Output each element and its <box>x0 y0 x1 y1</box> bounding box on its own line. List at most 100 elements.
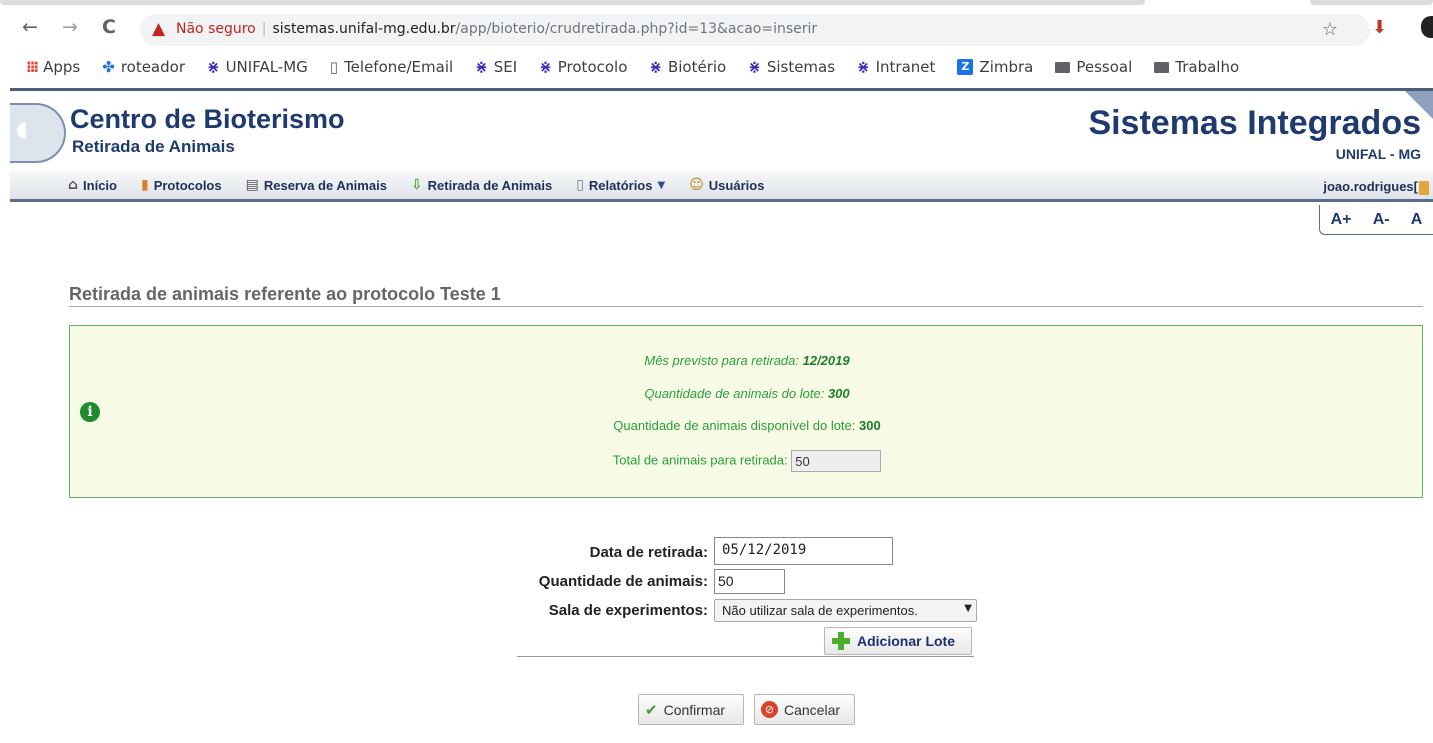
select-arrow-icon: ▼ <box>964 603 972 614</box>
font-decrease-button[interactable]: A- <box>1373 211 1390 229</box>
menu-item-usuarios[interactable]: ☺ Usuários <box>689 177 764 193</box>
date-field[interactable]: 05/12/2019 <box>714 537 893 565</box>
info-available: Quantidade de animais disponível do lote… <box>70 418 1424 433</box>
app-subtitle: Retirada de Animais <box>72 137 235 156</box>
room-label: Sala de experimentos: <box>548 602 708 619</box>
add-lot-button[interactable]: Adicionar Lote <box>824 627 972 655</box>
bookmark-label: Telefone/Email <box>344 58 454 76</box>
check-icon: ✔ <box>645 700 658 719</box>
menu-item-reserva[interactable]: ▤ Reserva de Animais <box>246 177 387 193</box>
info-lot-qty-label: Quantidade de animais do lote: <box>644 386 828 401</box>
bookmark-sistemas[interactable]: ⋇ Sistemas <box>748 58 835 76</box>
info-month-value: 12/2019 <box>802 353 850 368</box>
menu-label: Reserva de Animais <box>263 177 387 193</box>
address-bar[interactable]: ▲ Não seguro | sistemas.unifal-mg.edu.br/a… <box>140 14 1370 46</box>
back-button[interactable]: ← <box>22 16 38 38</box>
confirm-label: Confirmar <box>663 701 726 718</box>
app-title: Centro de Bioterismo <box>70 104 345 134</box>
folder-icon <box>1055 61 1071 73</box>
add-lot-label: Adicionar Lote <box>857 633 956 649</box>
info-total-label: Total de animais para retirada: <box>612 452 792 468</box>
info-month: Mês previsto para retirada: 12/2019 <box>70 353 1424 368</box>
user-name: joao.rodrigues[ <box>1323 179 1418 194</box>
quantity-label: Quantidade de animais: <box>538 573 708 590</box>
url-text[interactable]: Não seguro | sistemas.unifal-mg.edu.br/app… <box>176 21 817 37</box>
bookmark-pessoal[interactable]: Pessoal <box>1055 58 1132 76</box>
bookmark-label: Protocolo <box>557 58 628 76</box>
bookmark-intranet[interactable]: ⋇ Intranet <box>857 58 935 76</box>
insecure-label: Não seguro <box>176 21 256 37</box>
info-panel: i Mês previsto para retirada: 12/2019 Qu… <box>69 325 1423 498</box>
nav-row: ← → C ▲ Não seguro | sistemas.unifal-mg.ed… <box>0 12 1433 48</box>
calendar-icon: ▤ <box>245 177 259 193</box>
menu-label: Início <box>83 177 117 193</box>
extension-icon[interactable]: ⬇ <box>1372 17 1387 38</box>
room-selected-value: Não utilizar sala de experimentos. <box>722 603 918 618</box>
bookmark-label: Pessoal <box>1076 58 1133 76</box>
other-tab[interactable] <box>1310 0 1433 5</box>
total-field: 50 <box>791 450 882 472</box>
logout-icon[interactable] <box>1419 180 1429 195</box>
quantity-row: Quantidade de animais: <box>400 568 708 594</box>
reload-button[interactable]: C <box>102 16 116 38</box>
bookmarks-bar: ⁝⁝⁝ Apps ✤ roteador ⋇ UNIFAL-MG ▯ Telefone/E… <box>0 52 1433 82</box>
info-available-label: Quantidade de animais disponível do lote… <box>613 418 859 433</box>
router-icon: ✤ <box>102 58 115 76</box>
active-tab[interactable] <box>0 0 1145 5</box>
cancel-label: Cancelar <box>784 701 841 718</box>
user-menu[interactable]: joao.rodrigues[ <box>1323 179 1429 195</box>
bookmark-unifal[interactable]: ⋇ UNIFAL-MG <box>207 58 308 76</box>
url-path: /app/bioterio/crudretirada.php?id=13&aca… <box>455 21 818 37</box>
menu-label: Relatórios <box>588 177 653 193</box>
cancel-button[interactable]: ⊘ Cancelar <box>754 694 855 725</box>
bookmark-label: Intranet <box>875 58 936 76</box>
bookmark-label: Apps <box>43 58 81 76</box>
bookmark-label: Sistemas <box>766 58 836 76</box>
menu-item-protocolos[interactable]: ▮ Protocolos <box>141 177 222 193</box>
menu-item-retirada[interactable]: ⇩ Retirada de Animais <box>411 177 552 193</box>
down-arrow-icon: ⇩ <box>410 177 423 193</box>
unifal-icon: ⋇ <box>857 58 870 76</box>
main-menu: ⌂ Início ▮ Protocolos ▤ Reserva de Animais … <box>10 171 1433 202</box>
unifal-icon: ⋇ <box>207 58 220 76</box>
warning-icon: ▲ <box>152 19 166 39</box>
protocol-icon: ▮ <box>140 177 149 193</box>
font-increase-button[interactable]: A+ <box>1331 211 1352 229</box>
menu-item-relatorios[interactable]: ▯ Relatórios ▼ <box>576 177 665 193</box>
bioterio-logo: ◖ <box>10 103 66 163</box>
bookmark-bioterio[interactable]: ⋇ Biotério <box>649 58 726 76</box>
bookmark-trabalho[interactable]: Trabalho <box>1154 58 1239 76</box>
bookmark-zimbra[interactable]: Z Zimbra <box>957 58 1033 76</box>
bookmark-label: SEI <box>493 58 518 76</box>
unifal-icon: ⋇ <box>748 58 761 76</box>
url-host: sistemas.unifal-mg.edu.br <box>272 21 456 37</box>
system-title: Sistemas Integrados <box>1088 104 1421 142</box>
bookmark-protocolo[interactable]: ⋇ Protocolo <box>539 58 627 76</box>
bookmark-apps[interactable]: ⁝⁝⁝ Apps <box>26 58 80 76</box>
date-row: Data de retirada: <box>400 539 708 565</box>
bookmark-star-icon[interactable]: ☆ <box>1322 19 1338 40</box>
menu-label: Retirada de Animais <box>427 177 553 193</box>
bookmark-sei[interactable]: ⋇ SEI <box>475 58 517 76</box>
room-select[interactable]: Não utilizar sala de experimentos. ▼ <box>714 599 977 622</box>
font-size-tools: A+ A- A <box>1319 205 1433 235</box>
profile-avatar[interactable] <box>1421 16 1433 38</box>
form-divider <box>517 656 974 657</box>
quantity-field[interactable]: 50 <box>714 569 785 594</box>
tab-strip <box>0 0 1433 6</box>
page-title: Retirada de animais referente ao protoco… <box>69 284 1423 307</box>
header-topbar <box>10 88 1433 91</box>
bookmark-telefone[interactable]: ▯ Telefone/Email <box>330 58 453 76</box>
bookmark-roteador[interactable]: ✤ roteador <box>102 58 185 76</box>
confirm-button[interactable]: ✔ Confirmar <box>638 694 744 725</box>
bookmark-label: UNIFAL-MG <box>225 58 308 76</box>
forward-button[interactable]: → <box>62 16 78 38</box>
menu-item-inicio[interactable]: ⌂ Início <box>68 177 117 193</box>
bookmark-label: roteador <box>120 58 185 76</box>
home-icon: ⌂ <box>68 177 79 193</box>
bookmark-label: Trabalho <box>1175 58 1240 76</box>
date-label: Data de retirada: <box>589 544 708 561</box>
info-available-value: 300 <box>859 418 881 433</box>
app-header: ◖ Centro de Bioterismo Retirada de Anima… <box>10 88 1433 235</box>
font-reset-button[interactable]: A <box>1411 211 1423 229</box>
